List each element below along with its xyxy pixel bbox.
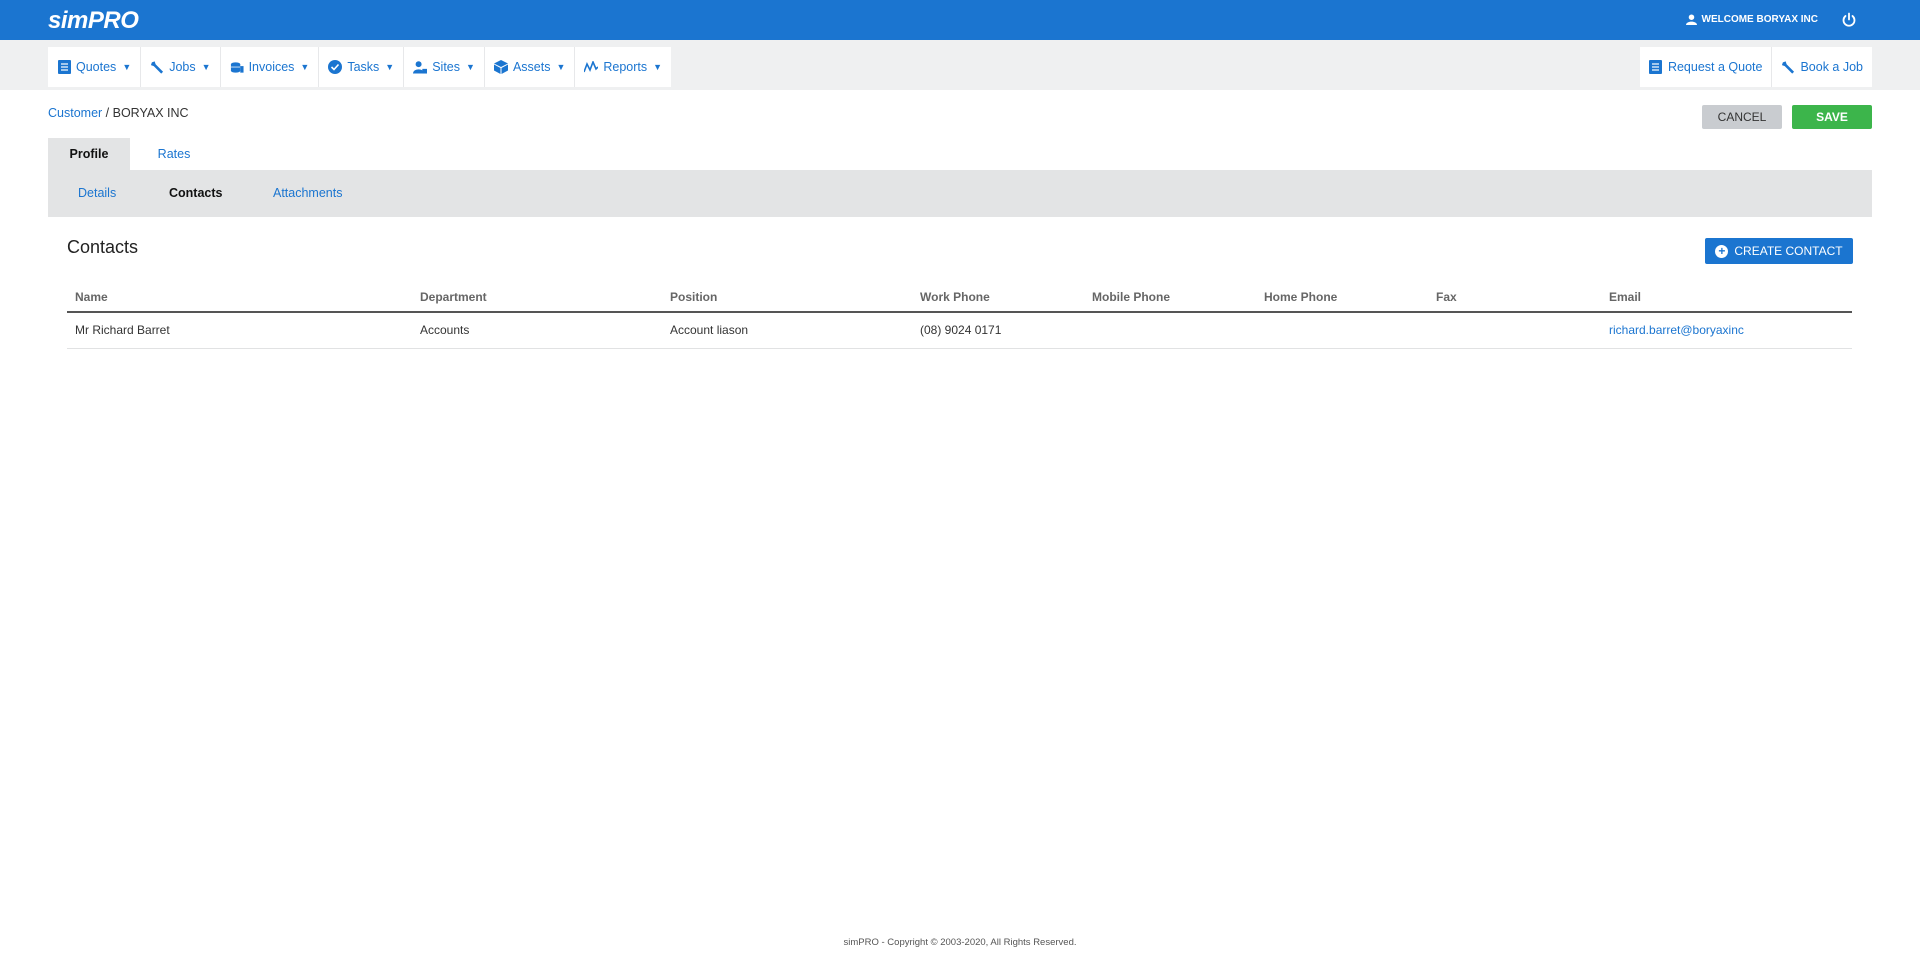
breadcrumb-separator: / <box>102 106 113 120</box>
create-contact-button[interactable]: + CREATE CONTACT <box>1705 238 1853 264</box>
power-icon[interactable] <box>1840 11 1858 29</box>
nav-jobs[interactable]: Jobs ▼ <box>141 47 221 87</box>
nav-sites-label: Sites <box>432 60 461 74</box>
nav-invoices-label: Invoices <box>248 60 295 74</box>
nav-quotes-label: Quotes <box>76 60 117 74</box>
column-header-fax[interactable]: Fax <box>1428 282 1601 313</box>
column-header-email[interactable]: Email <box>1601 282 1852 313</box>
welcome-user[interactable]: WELCOME BORYAX INC <box>1685 14 1819 25</box>
breadcrumb-customer-link[interactable]: Customer <box>48 106 102 120</box>
nav-reports-label: Reports <box>603 60 648 74</box>
caret-down-icon: ▼ <box>653 62 663 72</box>
table-row[interactable]: Mr Richard Barret Accounts Account liaso… <box>67 312 1852 349</box>
logo-text: simPRO <box>48 7 139 34</box>
nav-reports[interactable]: Reports ▼ <box>575 47 671 87</box>
request-quote-link[interactable]: Request a Quote <box>1640 47 1773 87</box>
nav-bar: Quotes ▼ Jobs ▼ Invoices ▼ Tasks ▼ Sites… <box>0 40 1920 90</box>
column-header-mobile-phone[interactable]: Mobile Phone <box>1084 282 1256 313</box>
main-nav: Quotes ▼ Jobs ▼ Invoices ▼ Tasks ▼ Sites… <box>48 47 672 87</box>
plus-circle-icon: + <box>1715 244 1729 258</box>
wrench-icon <box>150 60 164 74</box>
nav-jobs-label: Jobs <box>169 60 196 74</box>
site-user-icon <box>413 60 428 74</box>
breadcrumb-current: BORYAX INC <box>112 106 189 120</box>
footer-copyright: simPRO - Copyright © 2003-2020, All Righ… <box>843 937 1077 948</box>
column-header-position[interactable]: Position <box>662 282 912 313</box>
caret-down-icon: ▼ <box>122 62 132 72</box>
subtab-details[interactable]: Details <box>78 170 116 217</box>
cell-mobile-phone <box>1084 312 1256 349</box>
nav-sites[interactable]: Sites ▼ <box>404 47 485 87</box>
book-job-link[interactable]: Book a Job <box>1772 47 1872 87</box>
nav-quotes[interactable]: Quotes ▼ <box>48 47 142 87</box>
breadcrumb: Customer / BORYAX INC <box>48 106 189 120</box>
quick-actions-nav: Request a Quote Book a Job <box>1639 47 1872 87</box>
caret-down-icon: ▼ <box>300 62 310 72</box>
save-button[interactable]: SAVE <box>1792 105 1872 129</box>
caret-down-icon: ▼ <box>556 62 566 72</box>
top-bar: simPRO WELCOME BORYAX INC <box>0 0 1920 40</box>
subtab-contacts[interactable]: Contacts <box>169 170 222 217</box>
simpro-logo[interactable]: simPRO <box>48 7 139 35</box>
cell-home-phone <box>1256 312 1428 349</box>
nav-tasks-label: Tasks <box>347 60 380 74</box>
cell-name: Mr Richard Barret <box>67 312 412 349</box>
tab-profile[interactable]: Profile <box>48 138 130 170</box>
subtab-bar: Details Contacts Attachments <box>48 170 1872 217</box>
check-circle-icon <box>328 60 343 74</box>
welcome-text: WELCOME BORYAX INC <box>1701 14 1819 25</box>
column-header-name[interactable]: Name <box>67 282 412 313</box>
cell-email-link[interactable]: richard.barret@boryaxinc <box>1601 312 1852 349</box>
caret-down-icon: ▼ <box>466 62 475 72</box>
create-contact-label: CREATE CONTACT <box>1734 244 1843 258</box>
book-job-label: Book a Job <box>1800 60 1863 74</box>
cell-work-phone: (08) 9024 0171 <box>912 312 1084 349</box>
caret-down-icon: ▼ <box>385 62 395 72</box>
subtab-attachments[interactable]: Attachments <box>273 170 342 217</box>
wrench-icon <box>1781 60 1795 74</box>
request-quote-label: Request a Quote <box>1667 60 1763 74</box>
document-icon <box>1649 60 1663 74</box>
cell-department: Accounts <box>412 312 662 349</box>
caret-down-icon: ▼ <box>201 62 211 72</box>
cancel-button[interactable]: CANCEL <box>1702 105 1782 129</box>
cube-icon <box>493 60 508 74</box>
user-icon <box>1685 14 1697 25</box>
column-header-work-phone[interactable]: Work Phone <box>912 282 1084 313</box>
column-header-department[interactable]: Department <box>412 282 662 313</box>
column-header-home-phone[interactable]: Home Phone <box>1256 282 1428 313</box>
nav-assets[interactable]: Assets ▼ <box>485 47 576 87</box>
chart-icon <box>584 60 599 74</box>
coins-icon <box>230 60 244 74</box>
contacts-table: Name Department Position Work Phone Mobi… <box>67 282 1852 349</box>
tab-rates[interactable]: Rates <box>130 138 218 170</box>
contacts-title: Contacts <box>67 237 139 257</box>
nav-tasks[interactable]: Tasks ▼ <box>319 47 405 87</box>
table-header-row: Name Department Position Work Phone Mobi… <box>67 282 1852 313</box>
nav-invoices[interactable]: Invoices ▼ <box>221 47 320 87</box>
document-icon <box>57 60 71 74</box>
cell-fax <box>1428 312 1601 349</box>
cell-position: Account liason <box>662 312 912 349</box>
nav-assets-label: Assets <box>512 60 551 74</box>
